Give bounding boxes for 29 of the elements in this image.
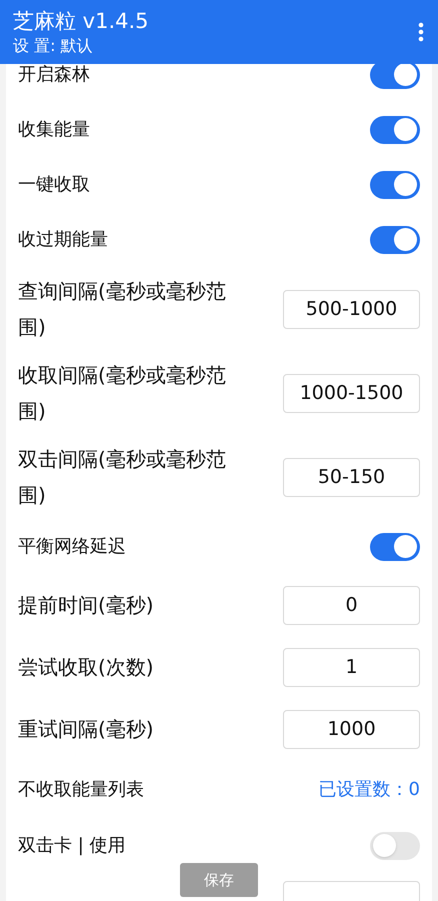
app-title: 芝麻粒 v1.4.5 [13,8,149,35]
input-field[interactable]: 1000 [283,710,420,748]
toggle-switch[interactable] [370,832,420,860]
toggle-switch[interactable] [370,64,420,88]
setting-label: 开启森林 [18,64,90,87]
setting-label: 提前时间(毫秒) [18,592,155,619]
toggle-switch[interactable] [370,116,420,144]
setting-label: 重试间隔(毫秒) [18,716,155,743]
setting-label: 收集能量 [18,118,90,142]
more-options-icon[interactable] [418,22,424,42]
setting-label: 平衡网络延迟 [18,535,126,559]
setting-label: 一键收取 [18,173,90,197]
app-subtitle: 设 置: 默认 [13,35,94,57]
count-link[interactable]: 已设置数：0 [318,776,420,802]
input-field[interactable]: 0 [283,586,420,624]
setting-label: 不收取能量列表 [18,778,144,802]
setting-label: 查询间隔(毫秒或毫秒范围) [18,278,227,341]
toggle-switch[interactable] [370,532,420,560]
input-field[interactable]: 500-1000 [283,290,420,328]
input-field[interactable]: 1 [283,648,420,686]
input-field[interactable]: 1000-1500 [283,374,420,412]
toggle-switch[interactable] [370,226,420,254]
setting-label: 收过期能量 [18,228,108,252]
setting-label: 尝试收取(次数) [18,654,155,681]
setting-label: 双击间隔(毫秒或毫秒范围) [18,446,227,509]
toggle-switch[interactable] [370,170,420,198]
input-field[interactable]: 50-150 [283,458,420,496]
setting-label: 双击卡 | 使用 [18,834,126,858]
setting-label: 收取间隔(毫秒或毫秒范围) [18,362,227,425]
